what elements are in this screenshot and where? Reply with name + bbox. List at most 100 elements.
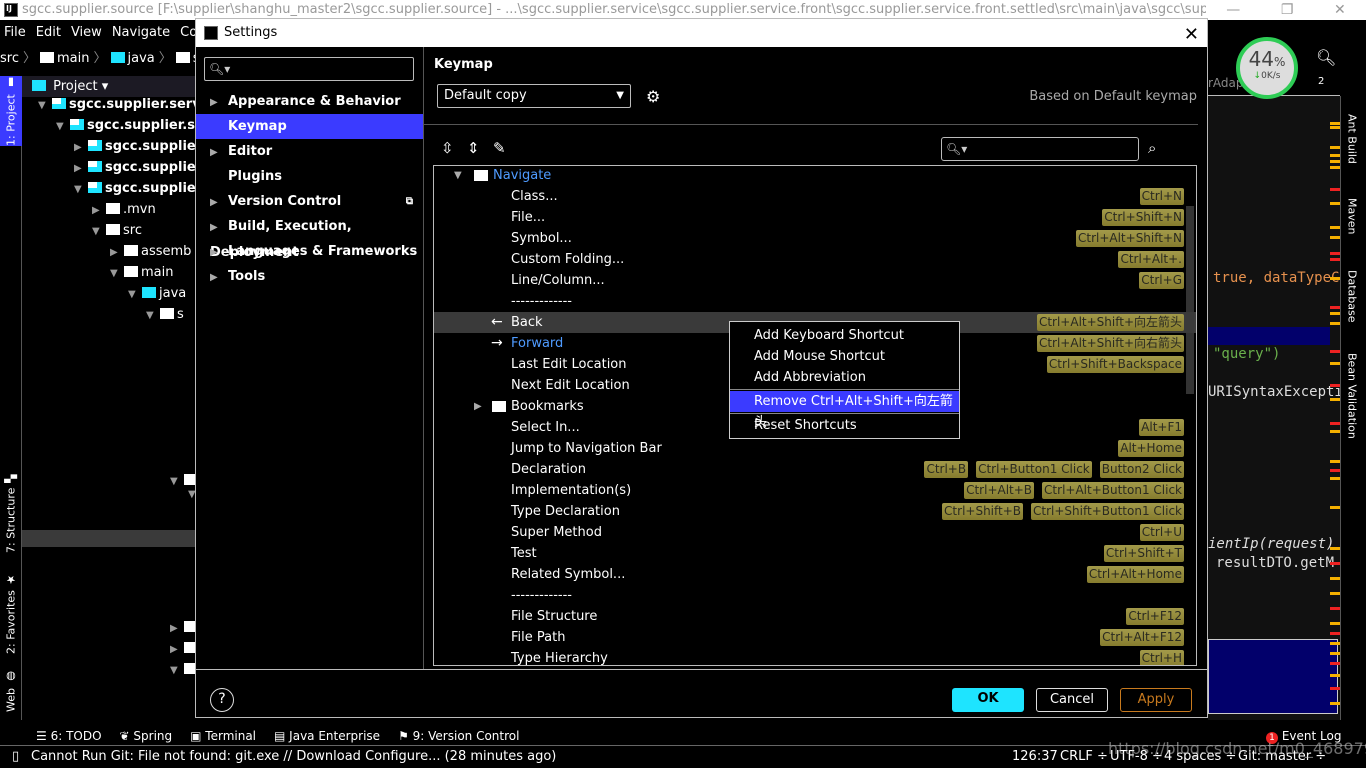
menu-file[interactable]: File bbox=[4, 20, 26, 46]
error-stripe-marker[interactable] bbox=[1330, 384, 1340, 387]
help-button[interactable]: ? bbox=[210, 688, 234, 712]
edit-pencil-icon[interactable]: ✎ bbox=[493, 139, 506, 157]
keymap-scheme-select[interactable]: Default copy ▼ bbox=[437, 84, 631, 108]
tool-tab-ant-build[interactable]: Ant Build bbox=[1341, 104, 1363, 174]
keymap-action-row[interactable]: Implementation(s) Ctrl+Alt+B Ctrl+Alt+Butt… bbox=[434, 480, 1196, 501]
crumb-src[interactable]: src bbox=[0, 46, 19, 72]
menu-reset-shortcuts[interactable]: Reset Shortcuts bbox=[730, 415, 959, 436]
project-tree-item[interactable]: ▼ bbox=[188, 483, 195, 504]
settings-nav-item[interactable]: ▶ Build, Execution, Deployment bbox=[196, 214, 423, 260]
tool-tab-project[interactable]: 1: Project ▮ bbox=[0, 76, 22, 146]
project-tree-item[interactable]: ▶ .mvn bbox=[92, 199, 156, 220]
error-stripe-marker[interactable] bbox=[1330, 577, 1340, 580]
keymap-action-row[interactable]: Jump to Navigation Bar Alt+Home bbox=[434, 438, 1196, 459]
project-tree-item[interactable]: ▶ bbox=[170, 638, 195, 659]
project-tree-item[interactable]: ▶ assemb bbox=[110, 241, 191, 262]
error-stripe-marker[interactable] bbox=[1330, 322, 1340, 325]
error-stripe-marker[interactable] bbox=[1330, 160, 1340, 163]
keymap-action-row[interactable]: Type Hierarchy Ctrl+H bbox=[434, 648, 1196, 665]
error-stripe[interactable] bbox=[1330, 122, 1340, 712]
gear-icon[interactable]: ⚙ bbox=[646, 87, 660, 106]
tool-tab-favorites[interactable]: 2: Favorites ★ bbox=[0, 571, 22, 656]
tool-terminal[interactable]: ▣ Terminal bbox=[190, 726, 256, 745]
error-stripe-marker[interactable] bbox=[1330, 477, 1340, 480]
status-message[interactable]: Cannot Run Git: File not found: git.exe … bbox=[31, 746, 556, 768]
error-stripe-marker[interactable] bbox=[1330, 277, 1340, 280]
error-stripe-marker[interactable] bbox=[1330, 652, 1340, 655]
apply-button[interactable]: Apply bbox=[1120, 688, 1192, 712]
error-stripe-marker[interactable] bbox=[1330, 146, 1340, 149]
menu-add-mouse-shortcut[interactable]: Add Mouse Shortcut bbox=[730, 346, 959, 367]
error-stripe-marker[interactable] bbox=[1330, 607, 1340, 610]
tab-count[interactable]: 2 bbox=[1318, 76, 1324, 87]
project-tree-item[interactable]: ▼sgcc.supplier.servic bbox=[38, 94, 195, 115]
keymap-action-row[interactable]: File Structure Ctrl+F12 bbox=[434, 606, 1196, 627]
error-stripe-marker[interactable] bbox=[1330, 252, 1340, 255]
error-stripe-marker[interactable] bbox=[1330, 562, 1340, 565]
menu-view[interactable]: View bbox=[71, 20, 102, 46]
keymap-action-row[interactable]: Custom Folding... Ctrl+Alt+. bbox=[434, 249, 1196, 270]
keymap-action-row[interactable]: Class... Ctrl+N bbox=[434, 186, 1196, 207]
error-stripe-marker[interactable] bbox=[1330, 422, 1340, 425]
error-stripe-marker[interactable] bbox=[1330, 702, 1340, 705]
selected-row[interactable] bbox=[22, 530, 195, 547]
error-stripe-marker[interactable] bbox=[1330, 662, 1340, 665]
error-stripe-marker[interactable] bbox=[1330, 632, 1340, 635]
error-stripe-marker[interactable] bbox=[1330, 687, 1340, 690]
settings-search-input[interactable]: 🔍︎▾ bbox=[204, 57, 414, 81]
error-stripe-marker[interactable] bbox=[1330, 226, 1340, 229]
project-tree-item[interactable]: ▶ bbox=[170, 617, 195, 638]
error-stripe-marker[interactable] bbox=[1330, 312, 1340, 315]
error-stripe-marker[interactable] bbox=[1330, 166, 1340, 169]
error-stripe-marker[interactable] bbox=[1330, 506, 1340, 509]
menu-edit[interactable]: Edit bbox=[36, 20, 61, 46]
keymap-action-row[interactable]: Type Declaration Ctrl+Shift+B Ctrl+Shift+B… bbox=[434, 501, 1196, 522]
error-stripe-marker[interactable] bbox=[1330, 674, 1340, 677]
crumb-main[interactable]: main bbox=[40, 46, 89, 72]
keymap-action-row[interactable]: Symbol... Ctrl+Alt+Shift+N bbox=[434, 228, 1196, 249]
error-stripe-marker[interactable] bbox=[1330, 622, 1340, 625]
expand-all-icon[interactable]: ⇳ bbox=[441, 139, 454, 157]
keymap-action-row[interactable]: ------------- bbox=[434, 291, 1196, 312]
settings-nav-item[interactable]: ▶ Tools bbox=[196, 264, 423, 289]
keymap-action-row[interactable]: Line/Column... Ctrl+G bbox=[434, 270, 1196, 291]
error-stripe-marker[interactable] bbox=[1330, 362, 1340, 365]
settings-nav-item[interactable]: Keymap bbox=[196, 114, 423, 139]
settings-nav-item[interactable]: Plugins bbox=[196, 164, 423, 189]
keymap-search-input[interactable]: 🔍︎▾ bbox=[941, 137, 1139, 161]
settings-nav-item[interactable]: ▶ Version Control ⧉ bbox=[196, 189, 423, 214]
keymap-action-row[interactable]: Test Ctrl+Shift+T bbox=[434, 543, 1196, 564]
tool-tab-web[interactable]: Web ◍ bbox=[0, 666, 22, 716]
error-stripe-marker[interactable] bbox=[1330, 430, 1340, 433]
project-tree-item[interactable]: ▼ s bbox=[146, 304, 184, 325]
keymap-action-row[interactable]: Related Symbol... Ctrl+Alt+Home bbox=[434, 564, 1196, 585]
error-stripe-marker[interactable] bbox=[1330, 306, 1340, 309]
settings-nav-item[interactable]: ▶ Appearance & Behavior bbox=[196, 89, 423, 114]
close-dialog-button[interactable]: ✕ bbox=[1184, 21, 1199, 49]
settings-nav-item[interactable]: ▶ Editor bbox=[196, 139, 423, 164]
menu-add-keyboard-shortcut[interactable]: Add Keyboard Shortcut bbox=[730, 325, 959, 346]
project-tree-item[interactable]: ▼ java bbox=[128, 283, 186, 304]
error-stripe-marker[interactable] bbox=[1330, 258, 1340, 261]
error-stripe-marker[interactable] bbox=[1330, 126, 1340, 129]
project-tree-item[interactable]: ▼ main bbox=[110, 262, 173, 283]
crumb-java[interactable]: java bbox=[110, 46, 155, 72]
keymap-action-row[interactable]: Super Method Ctrl+U bbox=[434, 522, 1196, 543]
menu-navigate[interactable]: Navigate bbox=[112, 20, 170, 46]
minimize-button[interactable]: — bbox=[1226, 0, 1240, 20]
error-stripe-marker[interactable] bbox=[1330, 469, 1340, 472]
tool-tab-structure[interactable]: 7: Structure ▚ bbox=[0, 471, 22, 556]
search-everywhere-icon[interactable]: 🔍︎ bbox=[1316, 48, 1336, 67]
keymap-action-row[interactable]: Declaration Ctrl+B Ctrl+Button1 Click Butto… bbox=[434, 459, 1196, 480]
error-stripe-marker[interactable] bbox=[1330, 188, 1340, 191]
ok-button[interactable]: OK bbox=[952, 688, 1024, 712]
project-tree-item[interactable]: ▼ bbox=[170, 659, 195, 680]
keymap-action-row[interactable]: File Path Ctrl+Alt+F12 bbox=[434, 627, 1196, 648]
error-stripe-marker[interactable] bbox=[1330, 122, 1340, 125]
error-stripe-marker[interactable] bbox=[1330, 236, 1340, 239]
error-stripe-marker[interactable] bbox=[1330, 592, 1340, 595]
tool-spring[interactable]: ❦ Spring bbox=[120, 726, 173, 745]
line-separator[interactable]: CRLF ÷ bbox=[1060, 746, 1108, 768]
menu-add-abbreviation[interactable]: Add Abbreviation bbox=[730, 367, 959, 388]
find-by-shortcut-icon[interactable]: ⌕ bbox=[1148, 139, 1156, 157]
